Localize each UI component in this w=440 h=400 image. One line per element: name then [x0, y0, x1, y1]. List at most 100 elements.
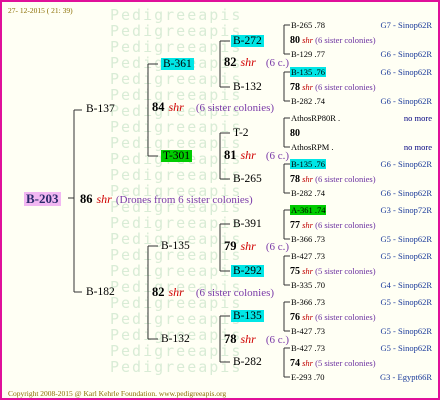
ancestor-label[interactable]: B-135 .76	[290, 159, 326, 169]
gen3-node[interactable]: B-265	[233, 173, 262, 185]
ancestor-label[interactable]: B-282 .74	[290, 96, 326, 106]
gen3-node[interactable]: B-282	[233, 356, 262, 368]
colony-row: 74 shr (5 sister colonies)	[290, 357, 432, 369]
colony-shr: shr	[302, 358, 313, 368]
ancestor-label[interactable]: AthosRPM .	[290, 142, 335, 152]
colony-num: 78	[290, 174, 300, 185]
ancestor-row: B-135 .76 G6 - Sinop62R	[290, 158, 432, 170]
colony-num: 75	[290, 266, 300, 277]
colony-num: 76	[290, 312, 300, 323]
gen3-node[interactable]: T-2	[233, 127, 249, 139]
gen2-note: (6 c.)	[265, 150, 290, 162]
gen3-node[interactable]: B-272	[231, 35, 264, 47]
colony-num: 80	[290, 128, 300, 139]
colony-shr: shr	[302, 174, 313, 184]
colony-note: (6 sister colonies)	[315, 174, 376, 184]
gen1-colony-info: 82 shr (6 sister colonies)	[152, 286, 274, 299]
ancestor-origin: G4 - Sinop62R	[380, 280, 432, 290]
ancestor-row: B-366 .73 G5 - Sinop62R	[290, 296, 432, 308]
date-stamp: 27- 12-2015 ( 21: 39)	[8, 6, 73, 15]
ancestor-label[interactable]: B-129 .77	[290, 49, 326, 59]
ancestor-origin: G6 - Sinop62R	[380, 96, 432, 106]
colony-row: 78 shr (6 sister colonies)	[290, 81, 432, 93]
colony-shr: shr	[302, 312, 313, 322]
ancestor-origin: G5 - Sinop62R	[380, 326, 432, 336]
gen2-shr: shr	[240, 332, 256, 346]
ancestor-label[interactable]: B-427 .73	[290, 343, 326, 353]
gen3-node[interactable]: B-132	[233, 81, 262, 93]
gen2-shr: shr	[240, 239, 256, 253]
ancestor-label[interactable]: B-427 .73	[290, 326, 326, 336]
gen2-num: 78	[224, 332, 237, 346]
ancestor-origin: no more	[403, 142, 432, 152]
colony-note: (6 sister colonies)	[315, 220, 376, 230]
gen1-node[interactable]: B-137	[86, 103, 115, 115]
root-note: (Drones from 6 sister colonies)	[115, 194, 253, 206]
root-shr: shr	[96, 192, 112, 206]
ancestor-label[interactable]: AthosRP80R .	[290, 113, 341, 123]
gen2-shr: shr	[240, 148, 256, 162]
ancestor-label[interactable]: B-265 .78	[290, 20, 326, 30]
colony-num: 74	[290, 358, 300, 369]
gen1-note: (6 sister colonies)	[195, 287, 275, 299]
gen3-node[interactable]: B-292	[231, 265, 264, 277]
gen2-colony-info: 79 shr (6 c.)	[224, 240, 289, 253]
gen3-node[interactable]: B-135	[231, 310, 264, 322]
colony-row: 78 shr (6 sister colonies)	[290, 173, 432, 185]
colony-note: (5 sister colonies)	[315, 358, 376, 368]
colony-note: (5 sister colonies)	[315, 266, 376, 276]
ancestor-row: AthosRPM . no more	[290, 141, 432, 153]
gen1-note: (6 sister colonies)	[195, 102, 275, 114]
gen1-shr: shr	[168, 100, 184, 114]
ancestor-row: E-293 .70 G3 - Egypt66R	[290, 371, 432, 383]
ancestor-row: B-282 .74 G6 - Sinop62R	[290, 95, 432, 107]
gen2-colony-info: 82 shr (6 c.)	[224, 56, 289, 69]
ancestor-row: B-366 .73 G5 - Sinop62R	[290, 233, 432, 245]
ancestor-row: B-427 .73 G5 - Sinop62R	[290, 342, 432, 354]
root-num: 86	[80, 192, 93, 206]
ancestor-origin: G6 - Sinop62R	[380, 188, 432, 198]
gen2-num: 82	[224, 55, 237, 69]
ancestor-row: AthosRP80R . no more	[290, 112, 432, 124]
ancestor-label[interactable]: B-366 .73	[290, 234, 326, 244]
gen2-note: (6 c.)	[265, 241, 290, 253]
ancestor-label[interactable]: B-366 .73	[290, 297, 326, 307]
ancestor-origin: no more	[403, 113, 432, 123]
ancestor-label[interactable]: B-335 .70	[290, 280, 326, 290]
gen1-node[interactable]: B-182	[86, 286, 115, 298]
gen2-shr: shr	[240, 55, 256, 69]
colony-row: 76 shr (6 sister colonies)	[290, 311, 432, 323]
colony-row: 80 shr (6 sister colonies)	[290, 34, 432, 46]
colony-shr: shr	[302, 220, 313, 230]
gen2-node[interactable]: B-361	[161, 58, 194, 70]
colony-shr: shr	[302, 35, 313, 45]
ancestor-label[interactable]: B-427 .73	[290, 251, 326, 261]
ancestor-origin: G6 - Sinop62R	[380, 49, 432, 59]
gen1-colony-info: 84 shr (6 sister colonies)	[152, 101, 274, 114]
ancestor-label[interactable]: E-293 .70	[290, 372, 326, 382]
ancestor-origin: G5 - Sinop62R	[380, 251, 432, 261]
root-queen-label[interactable]: B-203	[24, 192, 61, 206]
colony-note: (6 sister colonies)	[315, 35, 376, 45]
gen2-note: (6 c.)	[265, 334, 290, 346]
ancestor-origin: G5 - Sinop62R	[380, 234, 432, 244]
gen2-node[interactable]: T-301	[161, 150, 193, 162]
gen2-colony-info: 81 shr (6 c.)	[224, 149, 289, 162]
gen2-node[interactable]: B-132	[161, 333, 190, 345]
pedigree-frame: Pedigreeapis Pedigreeapis Pedigreeapis P…	[0, 0, 440, 400]
ancestor-label[interactable]: A-361 .74	[290, 205, 327, 215]
ancestor-label[interactable]: B-282 .74	[290, 188, 326, 198]
gen2-num: 81	[224, 148, 237, 162]
colony-row: 75 shr (5 sister colonies)	[290, 265, 432, 277]
ancestor-row: B-135 .76 G6 - Sinop62R	[290, 66, 432, 78]
gen2-node[interactable]: B-135	[161, 240, 190, 252]
gen2-note: (6 c.)	[265, 57, 290, 69]
gen3-node[interactable]: B-391	[233, 218, 262, 230]
ancestor-origin: G7 - Sinop62R	[380, 20, 432, 30]
ancestor-label[interactable]: B-135 .76	[290, 67, 326, 77]
ancestor-row: B-282 .74 G6 - Sinop62R	[290, 187, 432, 199]
ancestor-origin: G6 - Sinop62R	[380, 159, 432, 169]
colony-shr: shr	[302, 82, 313, 92]
colony-note: (6 sister colonies)	[315, 82, 376, 92]
ancestor-origin: G5 - Sinop62R	[380, 297, 432, 307]
